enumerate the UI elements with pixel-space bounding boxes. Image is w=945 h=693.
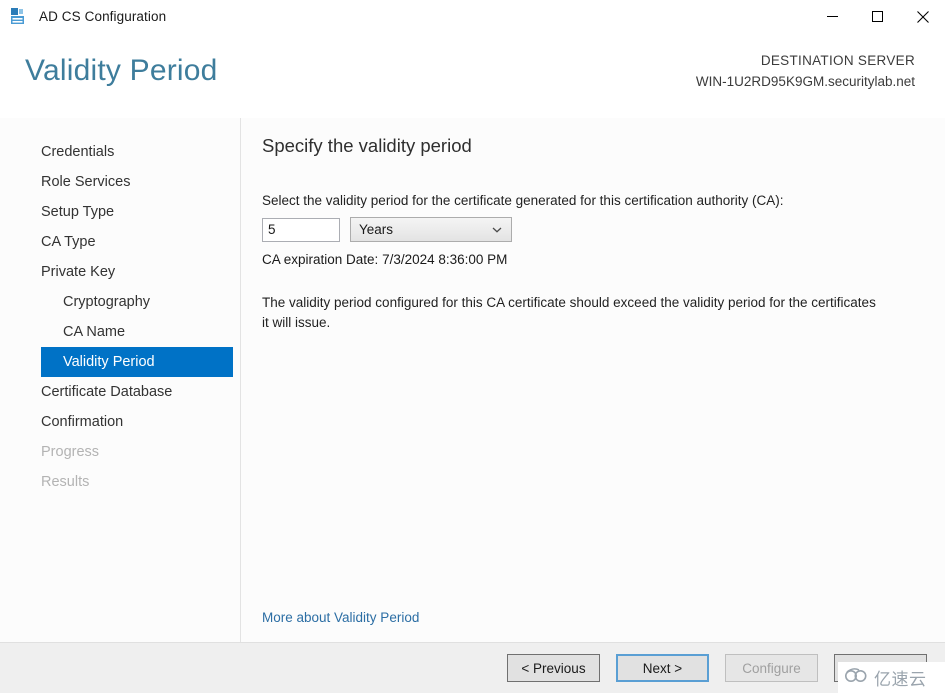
nav-item-label: Certificate Database — [41, 384, 173, 400]
nav-item-cryptography[interactable]: Cryptography — [41, 287, 233, 317]
nav-item-role-services[interactable]: Role Services — [41, 167, 233, 197]
validity-note: The validity period configured for this … — [262, 295, 876, 330]
nav-item-label: Validity Period — [63, 354, 155, 370]
watermark-text: 亿速云 — [874, 670, 927, 690]
close-icon — [916, 10, 929, 23]
destination-server-name: WIN-1U2RD95K9GM.securitylab.net — [695, 74, 915, 89]
window-title: AD CS Configuration — [39, 9, 167, 24]
nav-item-setup-type[interactable]: Setup Type — [41, 197, 233, 227]
page-title: Validity Period — [25, 54, 218, 87]
nav-item-label: Setup Type — [41, 204, 115, 220]
ca-expiration-date: CA expiration Date: 7/3/2024 8:36:00 PM — [262, 252, 508, 267]
nav-item-ca-type[interactable]: CA Type — [41, 227, 233, 257]
validity-instruction: Select the validity period for the certi… — [262, 193, 784, 208]
maximize-icon — [872, 11, 883, 22]
minimize-button[interactable] — [810, 0, 855, 33]
wizard-step-nav: Credentials Role Services Setup Type CA Typ… — [0, 118, 241, 642]
nav-item-certificate-database[interactable]: Certificate Database — [41, 377, 233, 407]
more-about-validity-period-link[interactable]: More about Validity Period — [262, 610, 419, 625]
validity-unit-label: Years — [359, 222, 394, 237]
nav-item-results: Results — [41, 467, 233, 497]
cloud-logo-icon — [844, 667, 870, 689]
maximize-button[interactable] — [855, 0, 900, 33]
watermark: 亿速云 — [838, 662, 945, 693]
nav-item-label: Progress — [41, 444, 100, 460]
validity-unit-select[interactable]: Years — [350, 217, 512, 242]
wizard-footer: < Previous Next > Configure Cancel — [0, 642, 945, 693]
nav-item-label: Cryptography — [63, 294, 151, 310]
nav-item-ca-name[interactable]: CA Name — [41, 317, 233, 347]
window-controls — [810, 0, 945, 33]
chevron-down-icon — [492, 226, 502, 233]
nav-item-credentials[interactable]: Credentials — [41, 137, 233, 167]
nav-item-label: Confirmation — [41, 414, 124, 430]
wizard-body: Credentials Role Services Setup Type CA Typ… — [0, 118, 945, 642]
ad-cs-server-icon — [10, 7, 30, 26]
title-bar: AD CS Configuration — [0, 0, 945, 34]
nav-item-label: Role Services — [41, 174, 131, 190]
destination-server-block: DESTINATION SERVER WIN-1U2RD95K9GM.secur… — [696, 50, 915, 92]
previous-button[interactable]: < Previous — [507, 654, 600, 682]
next-button[interactable]: Next > — [616, 654, 709, 682]
content-heading: Specify the validity period — [262, 135, 472, 156]
nav-item-label: CA Type — [41, 234, 96, 250]
close-button[interactable] — [900, 0, 945, 33]
nav-item-label: CA Name — [63, 324, 126, 340]
wizard-header: Validity Period DESTINATION SERVER WIN-1… — [0, 34, 945, 119]
nav-item-progress: Progress — [41, 437, 233, 467]
nav-item-label: Results — [41, 474, 90, 490]
wizard-content: Specify the validity period Select the v… — [241, 118, 945, 642]
validity-value-input[interactable] — [262, 217, 340, 242]
validity-field-row: Years — [262, 217, 915, 242]
nav-item-private-key[interactable]: Private Key — [41, 257, 233, 287]
nav-item-label: Credentials — [41, 144, 115, 160]
minimize-icon — [827, 16, 838, 17]
destination-server-label: DESTINATION SERVER — [760, 53, 915, 68]
nav-item-label: Private Key — [41, 264, 116, 280]
nav-item-confirmation[interactable]: Confirmation — [41, 407, 233, 437]
nav-item-validity-period[interactable]: Validity Period — [41, 347, 233, 377]
configure-button: Configure — [725, 654, 818, 682]
